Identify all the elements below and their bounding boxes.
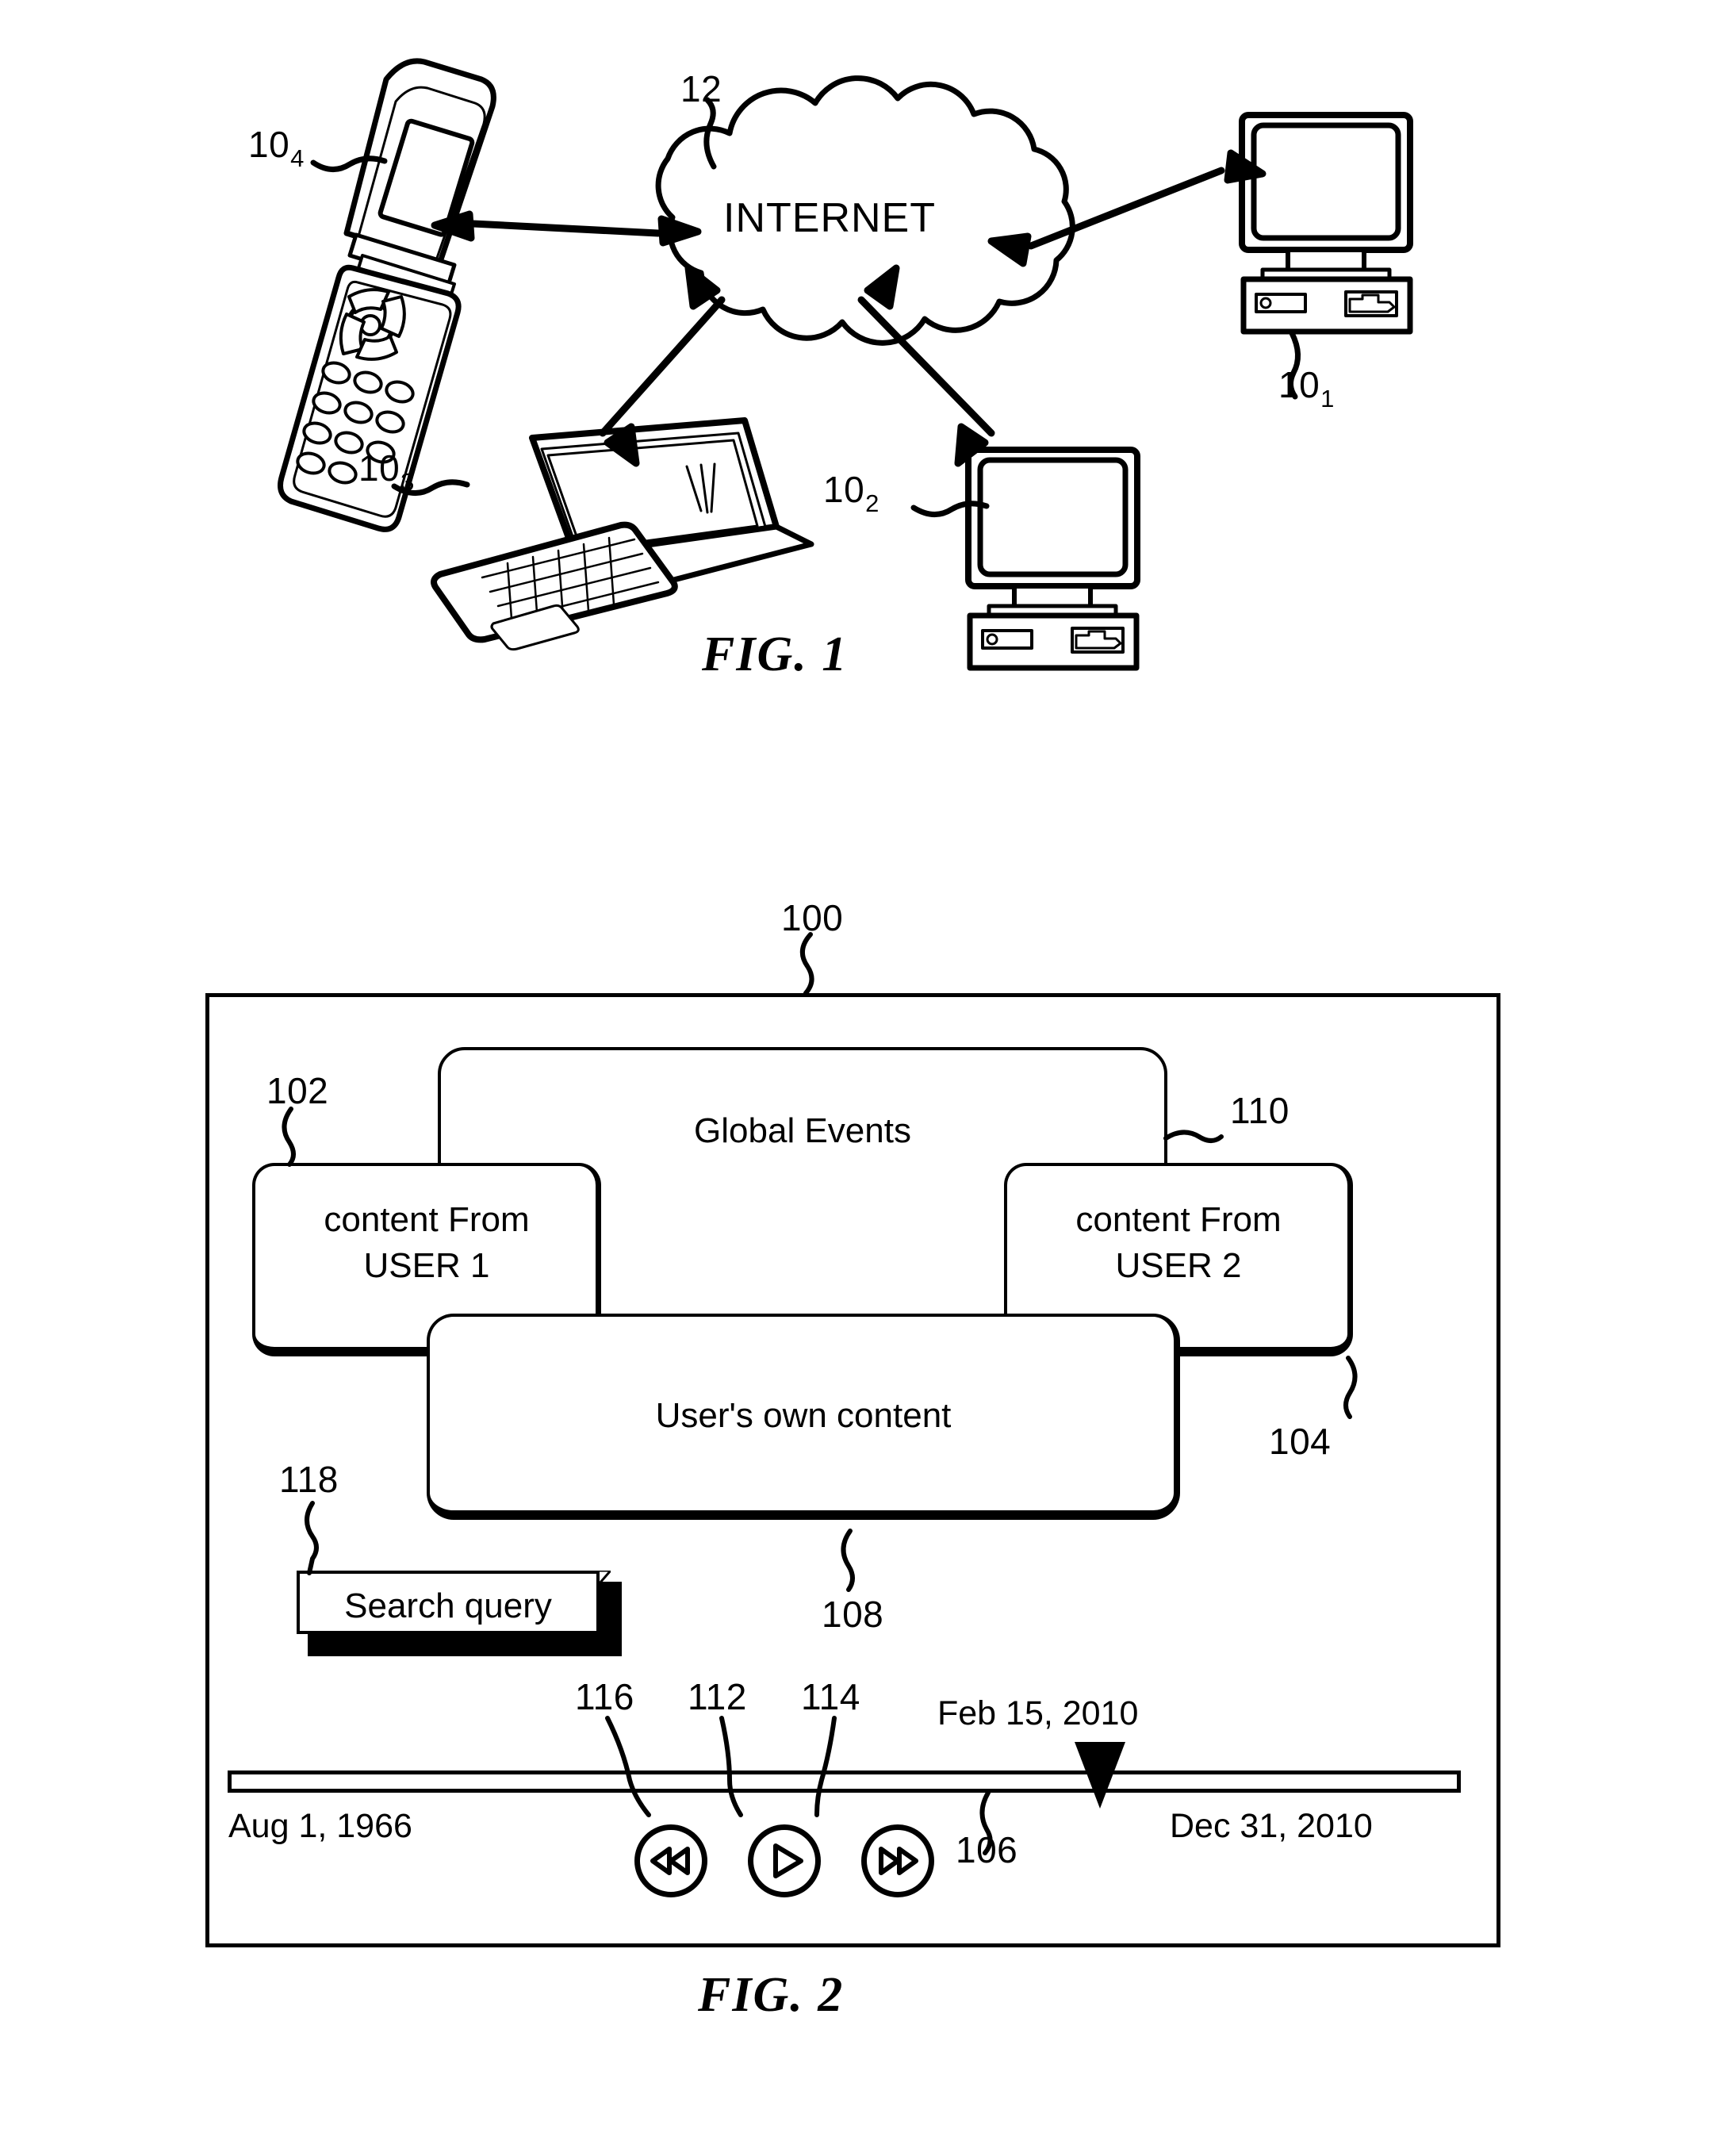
figure-2-leader-lines: [282, 932, 1358, 1855]
patent-drawing-sheet: 104 12 INTERNET 101 103 102 FIG. 1 Globa…: [0, 0, 1736, 2156]
